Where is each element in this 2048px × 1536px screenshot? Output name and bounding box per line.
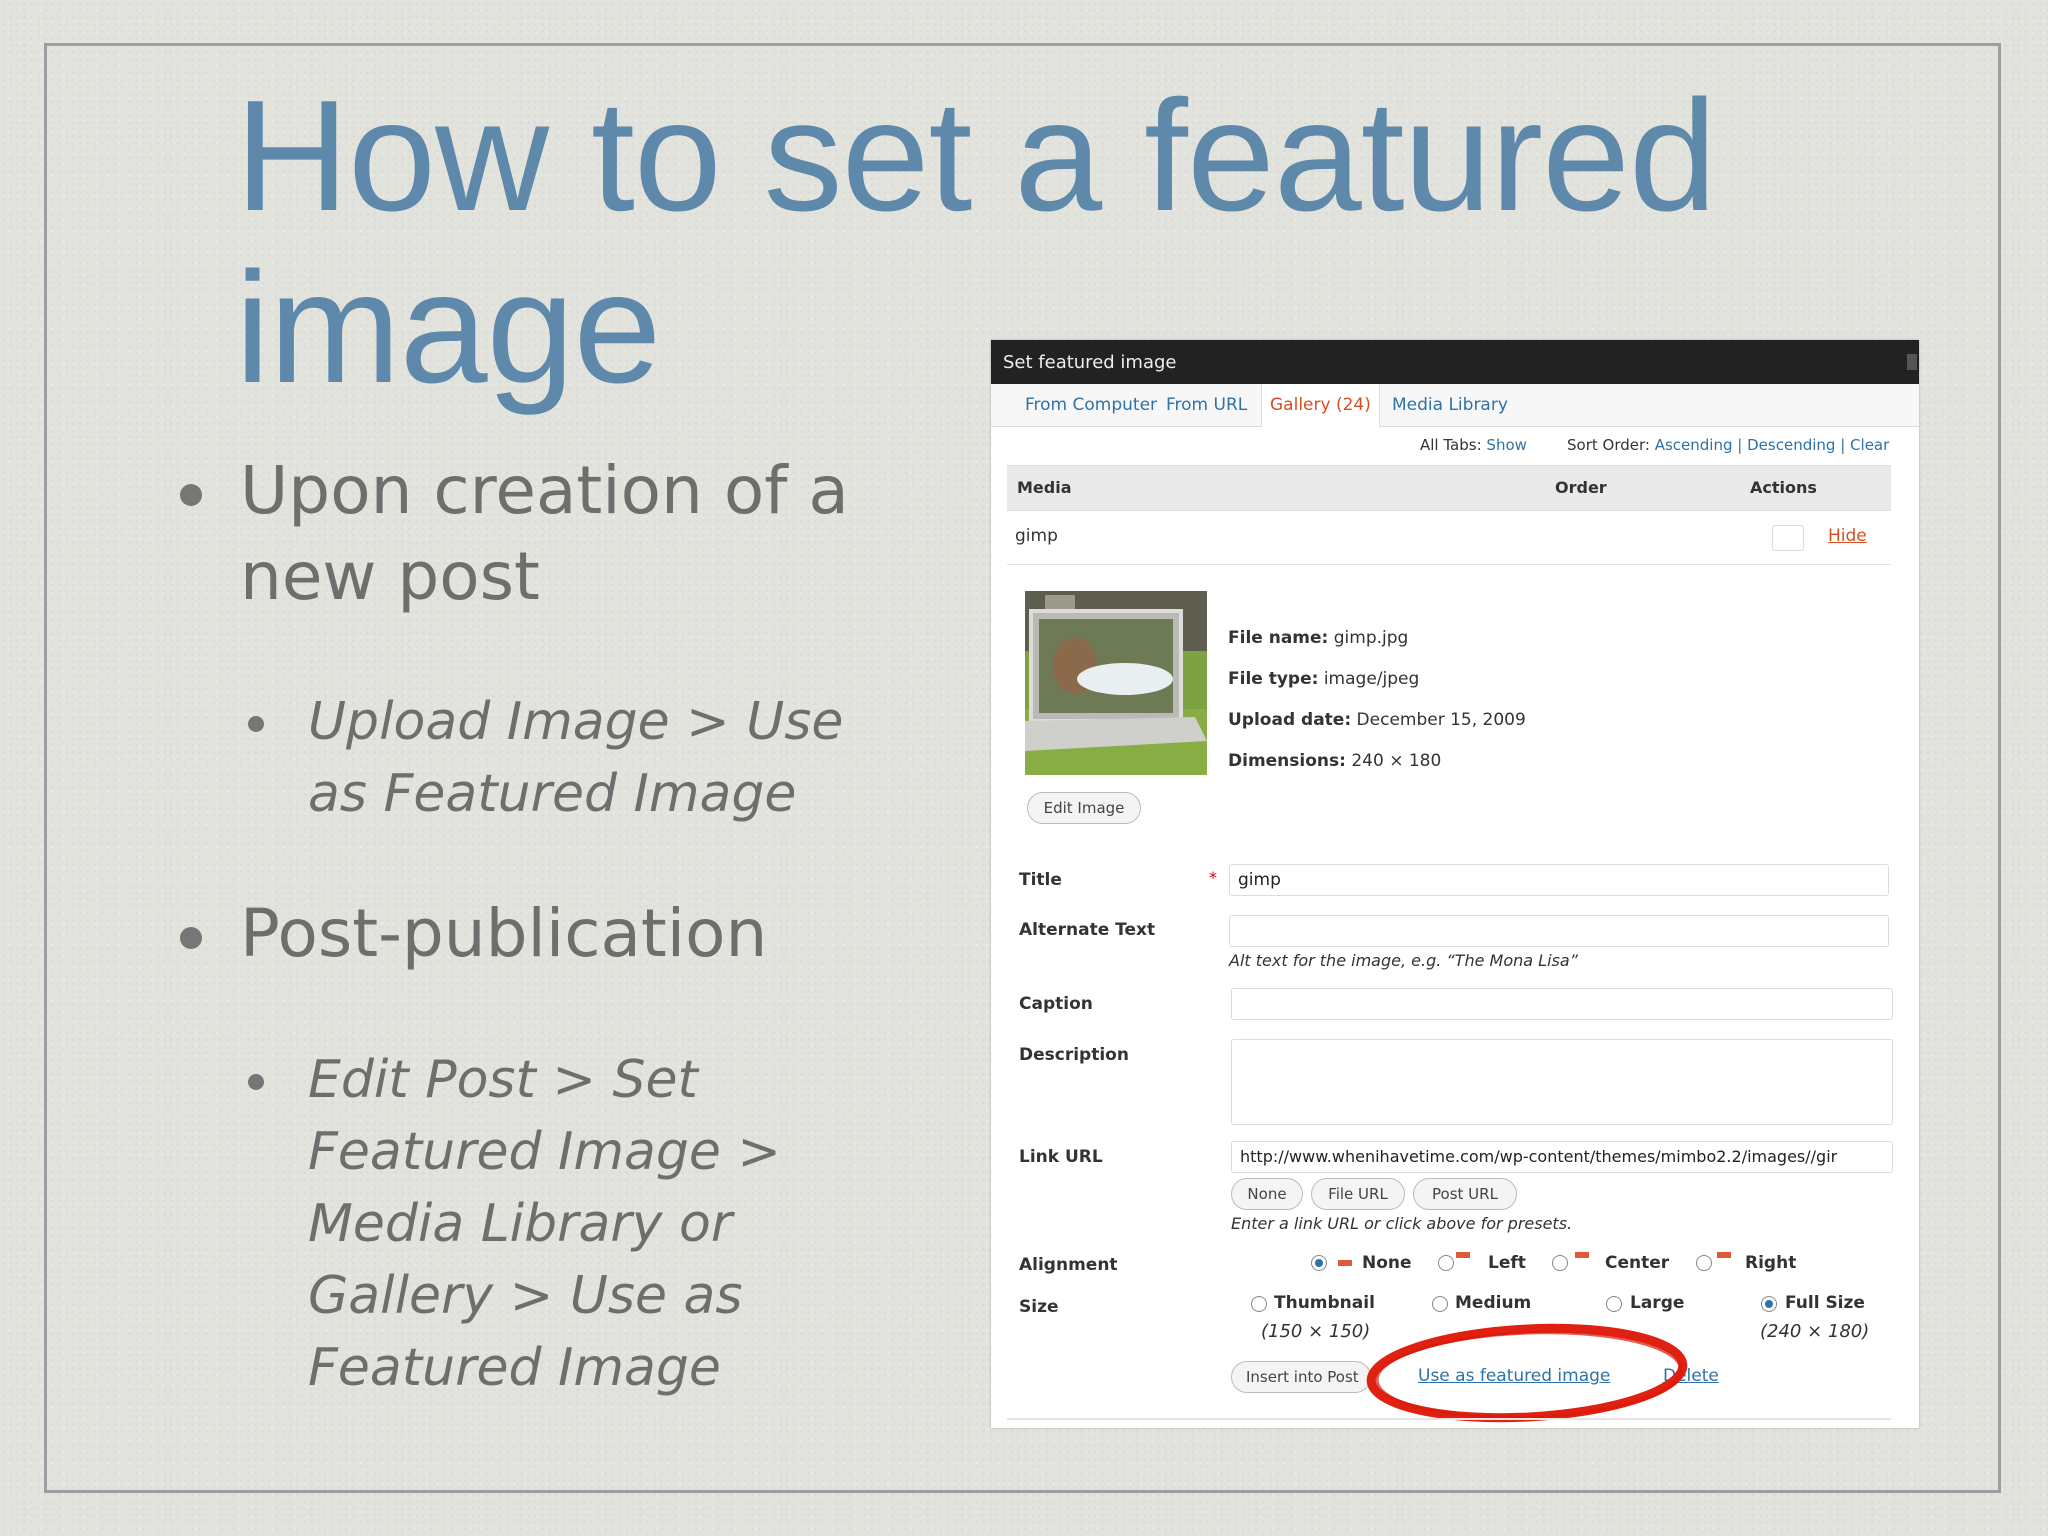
bullet-dot (248, 1074, 264, 1090)
upload-date-label: Upload date: (1228, 710, 1352, 730)
align-center-icon (1575, 1252, 1589, 1258)
size-thumbnail-dims: (150 × 150) (1261, 1321, 1371, 1342)
align-none-label: None (1362, 1253, 1412, 1273)
size-medium-radio[interactable] (1432, 1296, 1448, 1312)
description-label: Description (1019, 1045, 1129, 1065)
tab-from-url[interactable]: From URL (1158, 384, 1255, 426)
link-file-url-button[interactable]: File URL (1311, 1178, 1405, 1210)
size-large-radio[interactable] (1606, 1296, 1622, 1312)
media-item-name: gimp (1015, 526, 1058, 546)
sub-bullet-text: Upload Image > Use as Featured Image (308, 692, 844, 824)
link-post-url-button[interactable]: Post URL (1413, 1178, 1517, 1210)
alignment-label: Alignment (1019, 1255, 1118, 1275)
alternate-text-hint: Alt text for the image, e.g. “The Mona L… (1229, 951, 1578, 970)
column-media: Media (1017, 478, 1072, 497)
media-table-header: Media Order Actions (1007, 465, 1891, 511)
alternate-text-label: Alternate Text (1019, 920, 1156, 940)
sort-order-control: Sort Order: Ascending | Descending | Cle… (1567, 436, 1889, 454)
bottom-divider (1007, 1418, 1891, 1420)
bullet-text: Upon creation of a new post (240, 452, 849, 615)
file-name: File name: gimp.jpg (1228, 628, 1408, 648)
bullet-post-publication: Post-publication (180, 891, 880, 977)
column-order: Order (1555, 478, 1607, 497)
size-full-radio[interactable] (1761, 1296, 1777, 1312)
link-url-hint: Enter a link URL or click above for pres… (1231, 1214, 1573, 1233)
dimensions-label: Dimensions: (1228, 751, 1346, 771)
dialog-title: Set featured image (1003, 352, 1177, 373)
sort-separator: | (1840, 436, 1846, 454)
title-label: Title (1019, 870, 1062, 890)
size-large-label: Large (1630, 1293, 1685, 1313)
sort-separator: | (1737, 436, 1743, 454)
tab-media-library[interactable]: Media Library (1384, 384, 1516, 426)
description-textarea[interactable] (1231, 1039, 1893, 1125)
align-center-label: Center (1605, 1253, 1670, 1273)
file-name-value: gimp.jpg (1333, 628, 1409, 648)
sub-bullet-edit-post: Edit Post > Set Featured Image > Media L… (248, 1044, 848, 1404)
edit-image-button[interactable]: Edit Image (1027, 792, 1141, 824)
link-none-button[interactable]: None (1231, 1178, 1303, 1210)
caption-input[interactable] (1231, 988, 1893, 1020)
align-center-radio[interactable] (1552, 1255, 1568, 1271)
upload-date: Upload date: December 15, 2009 (1228, 710, 1526, 730)
dialog-titlebar: Set featured image (991, 340, 1919, 384)
link-url-input[interactable]: http://www.whenihavetime.com/wp-content/… (1231, 1141, 1893, 1173)
file-type-value: image/jpeg (1323, 669, 1420, 689)
file-type: File type: image/jpeg (1228, 669, 1419, 689)
size-full-dims: (240 × 180) (1760, 1321, 1870, 1342)
align-none-radio[interactable] (1311, 1255, 1327, 1271)
sort-ascending-link[interactable]: Ascending (1655, 436, 1733, 454)
image-thumbnail (1025, 591, 1207, 775)
align-right-label: Right (1745, 1253, 1797, 1273)
bullet-text: Post-publication (240, 895, 768, 972)
hide-link[interactable]: Hide (1828, 526, 1867, 546)
size-thumbnail-radio[interactable] (1251, 1296, 1267, 1312)
title-input[interactable]: gimp (1229, 864, 1889, 896)
insert-into-post-button[interactable]: Insert into Post (1231, 1361, 1371, 1393)
align-left-label: Left (1488, 1253, 1526, 1273)
all-tabs-show-link[interactable]: Show (1486, 436, 1526, 454)
media-item-row: gimp Hide (1007, 510, 1891, 565)
all-tabs-label: All Tabs: (1420, 436, 1482, 454)
bullet-upon-creation: Upon creation of a new post (180, 448, 880, 620)
alternate-text-input[interactable] (1229, 915, 1889, 947)
align-none-icon (1338, 1260, 1352, 1266)
size-thumbnail-label: Thumbnail (1274, 1293, 1375, 1313)
all-tabs-control: All Tabs: Show (1420, 436, 1527, 454)
sub-bullet-text: Edit Post > Set Featured Image > Media L… (308, 1050, 781, 1398)
align-right-icon (1717, 1252, 1731, 1258)
align-right-radio[interactable] (1696, 1255, 1712, 1271)
sort-descending-link[interactable]: Descending (1747, 436, 1835, 454)
bullet-dot (180, 927, 202, 949)
bullet-dot (180, 484, 202, 506)
close-icon[interactable] (1907, 354, 1917, 370)
caption-label: Caption (1019, 994, 1093, 1014)
highlight-ellipse (1366, 1323, 1688, 1423)
size-medium-label: Medium (1455, 1293, 1532, 1313)
align-left-icon (1456, 1252, 1470, 1258)
file-name-label: File name: (1228, 628, 1329, 648)
laptop-photo-icon (1025, 591, 1207, 775)
upload-date-value: December 15, 2009 (1356, 710, 1526, 730)
dimensions-value: 240 × 180 (1351, 751, 1442, 771)
featured-image-dialog: Set featured image From Computer From UR… (991, 340, 1919, 1428)
order-input[interactable] (1772, 525, 1804, 551)
tab-gallery[interactable]: Gallery (24) (1261, 384, 1380, 427)
sub-bullet-upload-image: Upload Image > Use as Featured Image (248, 686, 908, 830)
sort-clear-link[interactable]: Clear (1850, 436, 1889, 454)
column-actions: Actions (1750, 478, 1817, 497)
tab-from-computer[interactable]: From Computer (1017, 384, 1165, 426)
size-full-label: Full Size (1785, 1293, 1865, 1313)
bullet-dot (248, 716, 264, 732)
sort-order-label: Sort Order: (1567, 436, 1650, 454)
size-label: Size (1019, 1297, 1059, 1317)
required-asterisk: * (1209, 868, 1217, 887)
dimensions: Dimensions: 240 × 180 (1228, 751, 1441, 771)
dialog-tabs: From Computer From URL Gallery (24) Medi… (991, 384, 1919, 427)
link-url-label: Link URL (1019, 1147, 1103, 1167)
align-left-radio[interactable] (1438, 1255, 1454, 1271)
file-type-label: File type: (1228, 669, 1319, 689)
